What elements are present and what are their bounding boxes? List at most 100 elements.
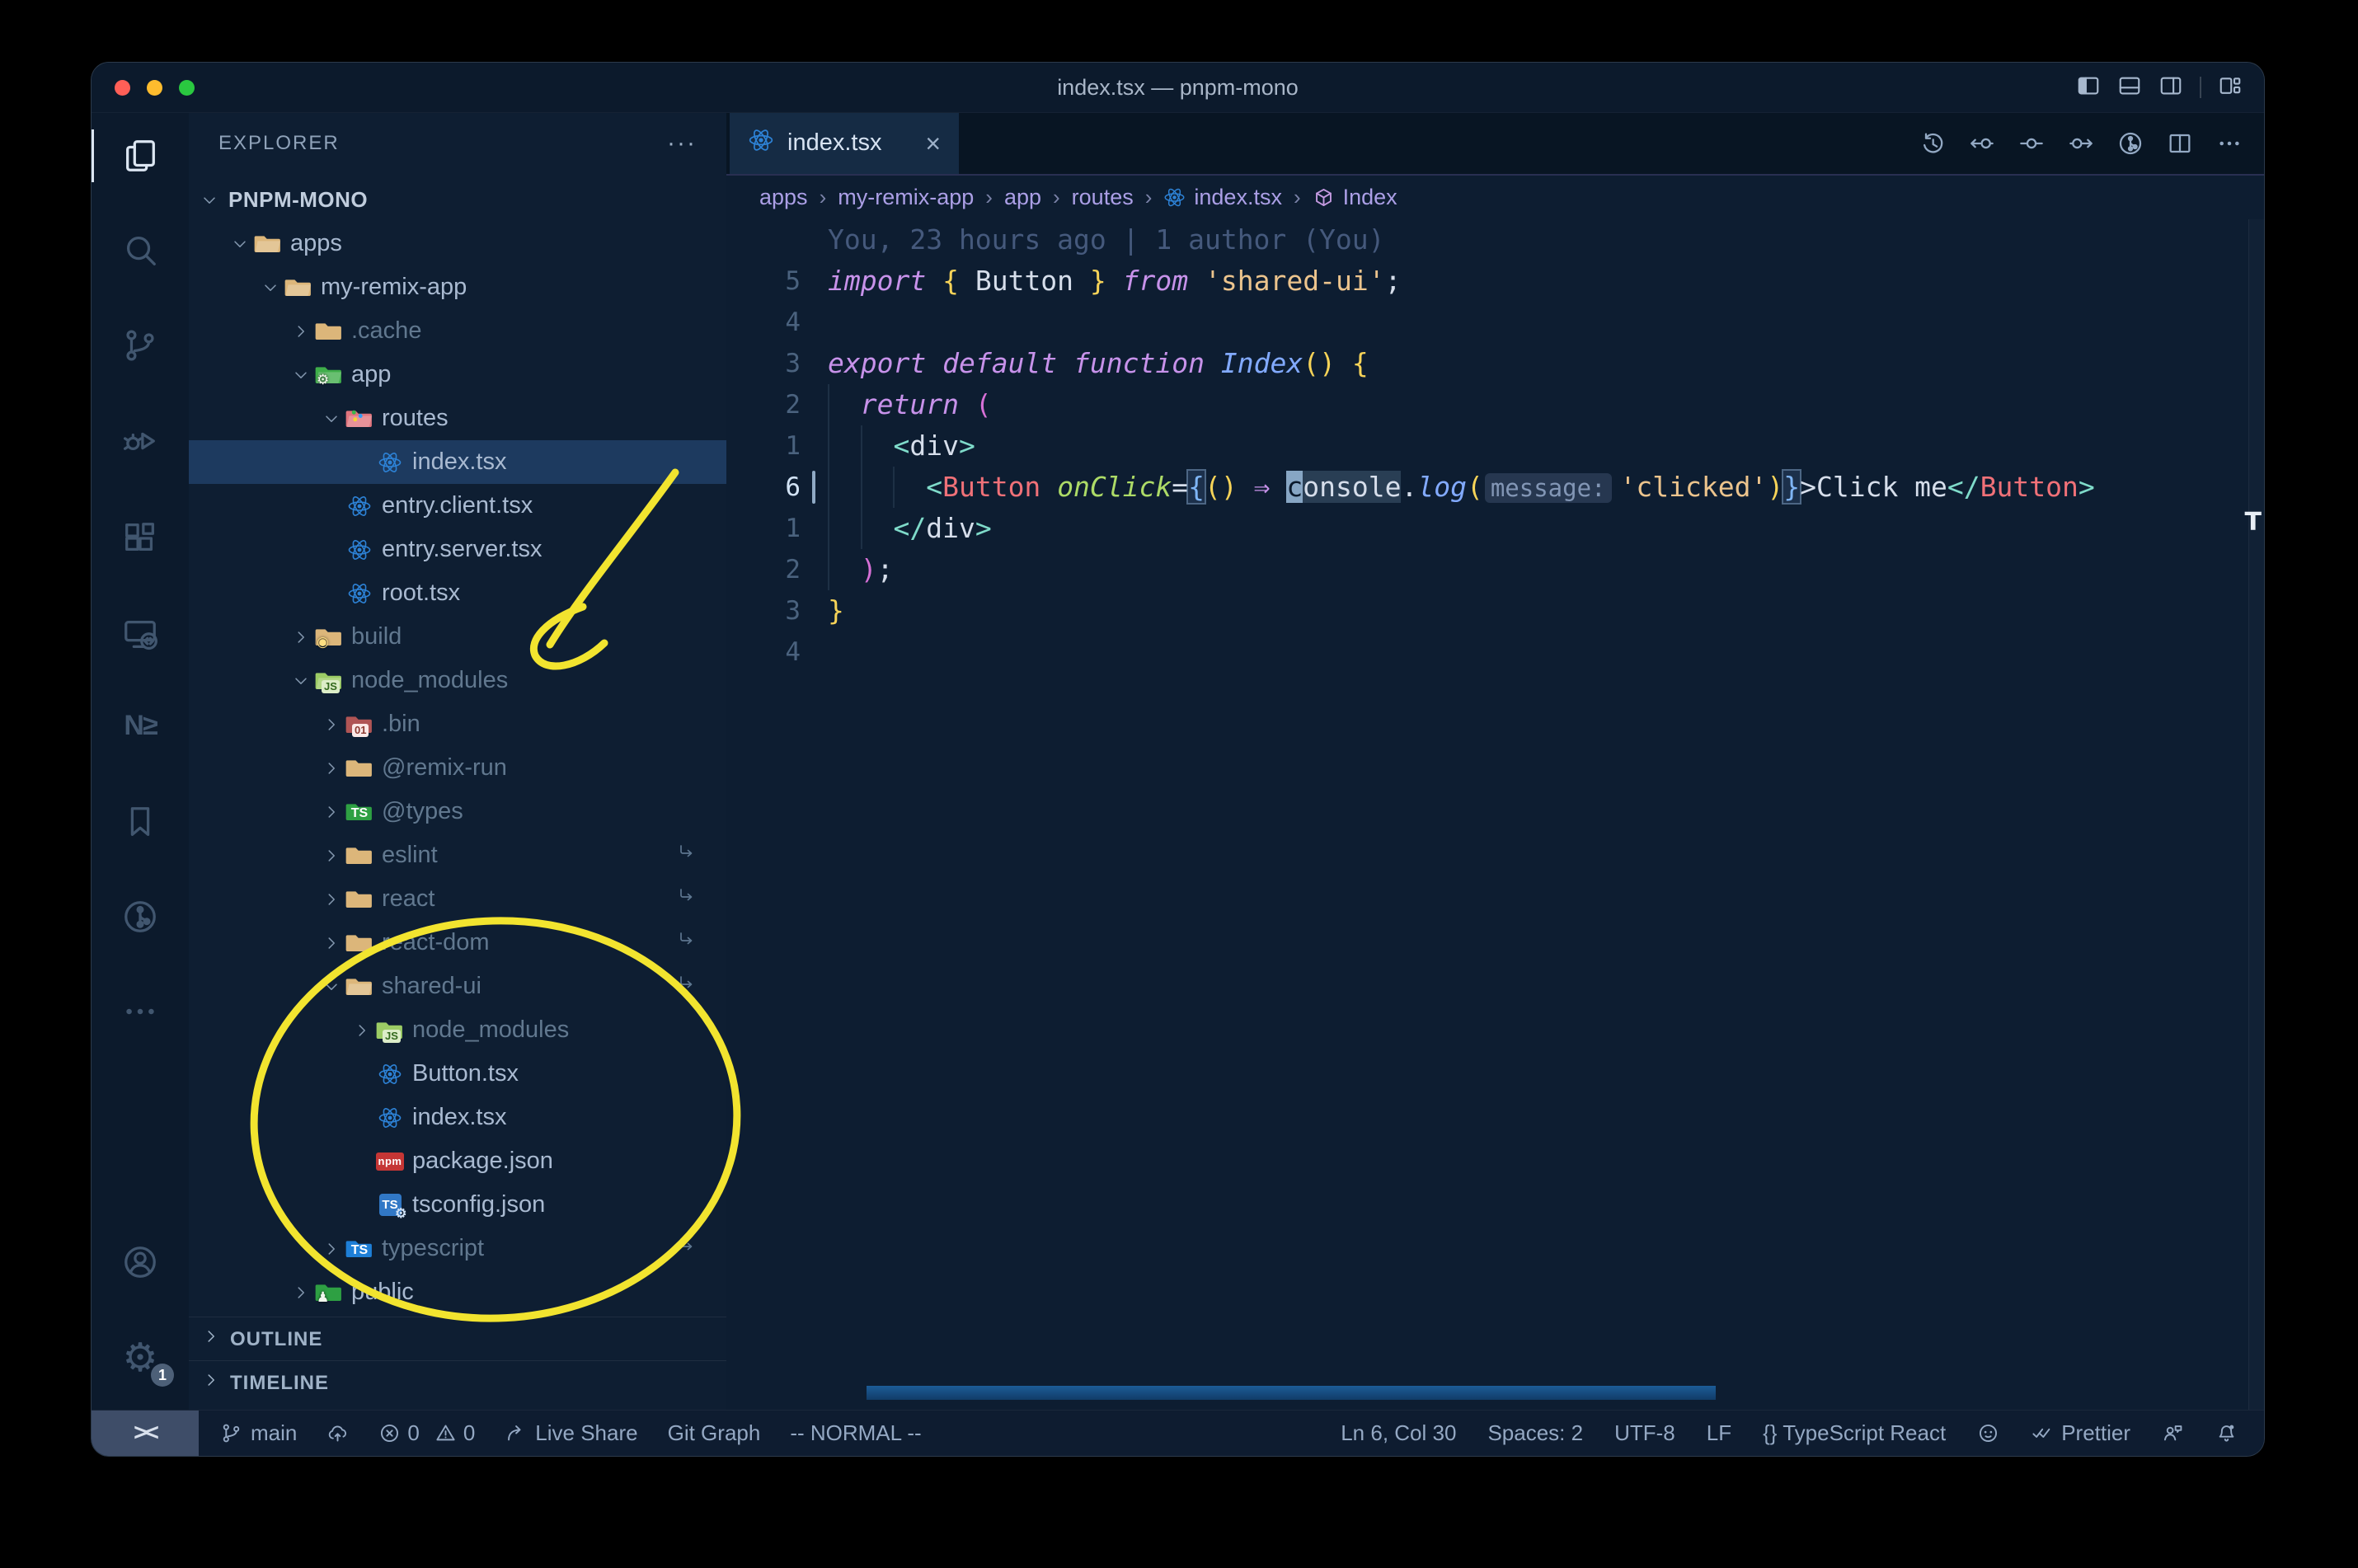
status-git-graph[interactable]: Git Graph [668, 1420, 761, 1446]
code-line[interactable]: 2 return ( [726, 384, 2248, 425]
react-icon [344, 538, 375, 562]
activity-remote-explorer[interactable] [92, 593, 189, 675]
tree-item-.bin[interactable]: 01 .bin [189, 702, 726, 746]
breadcrumb-item-app[interactable]: app [1004, 185, 1041, 210]
tree-item-node-modules[interactable]: JS node_modules [189, 659, 726, 702]
tree-item-@remix-run[interactable]: @remix-run [189, 746, 726, 790]
remote-indicator[interactable]: >< [92, 1411, 199, 1456]
tree-item-package.json[interactable]: npm package.json [189, 1139, 726, 1183]
breadcrumb-item-index.tsx[interactable]: index.tsx [1163, 185, 1282, 210]
tree-item-routes[interactable]: routes [189, 397, 726, 440]
toggle-primary-sidebar-icon[interactable] [2076, 73, 2101, 102]
code-line[interactable]: 5 import { Button } from 'shared-ui'; [726, 261, 2248, 302]
status-live-share[interactable]: Live Share [505, 1420, 638, 1446]
activity-run-debug[interactable] [92, 400, 189, 482]
split-editor-icon[interactable] [2167, 130, 2193, 157]
tree-item-node-modules[interactable]: JS node_modules [189, 1008, 726, 1052]
status-encoding[interactable]: UTF-8 [1614, 1420, 1675, 1446]
status-eol[interactable]: LF [1707, 1420, 1731, 1446]
tree-item-tsconfig.json[interactable]: TS ⚙ tsconfig.json [189, 1183, 726, 1227]
code-editor[interactable]: You, 23 hours ago | 1 author (You) 5 impor… [726, 219, 2248, 673]
status-language-mode[interactable]: {} TypeScript React [1763, 1420, 1946, 1446]
activity-source-control[interactable] [92, 304, 189, 387]
status-problems[interactable]: 00 [378, 1420, 475, 1446]
tree-item-react-dom[interactable]: react-dom [189, 921, 726, 965]
breadcrumb-separator: › [819, 184, 827, 209]
tsconfig-icon: TS ⚙ [374, 1194, 407, 1221]
status-vim-mode[interactable]: -- NORMAL -- [790, 1420, 921, 1446]
tree-item-PNPM-MONO[interactable]: PNPM-MONO [189, 178, 726, 222]
activity-search[interactable] [92, 209, 189, 292]
indent-guide [860, 508, 862, 549]
indent-guide [860, 425, 862, 467]
code-line[interactable]: 4 [726, 302, 2248, 343]
tree-item-label: .bin [382, 711, 420, 737]
breadcrumb-item-apps[interactable]: apps [759, 185, 808, 210]
tree-item-eslint[interactable]: eslint [189, 833, 726, 877]
toggle-panel-icon[interactable] [2117, 73, 2142, 102]
activity-explorer[interactable] [92, 115, 189, 197]
activity-nx-console[interactable]: N≥ [92, 684, 189, 767]
prev-change-icon[interactable] [1969, 130, 1995, 157]
code-line[interactable]: 1 <div> [726, 425, 2248, 467]
status-cursor-position[interactable]: Ln 6, Col 30 [1341, 1420, 1456, 1446]
code-token: from [1122, 265, 1189, 297]
code-line[interactable]: 3} [726, 590, 2248, 631]
breadcrumb-item-my-remix-app[interactable]: my-remix-app [838, 185, 974, 210]
tree-item-entry.server.tsx[interactable]: entry.server.tsx [189, 528, 726, 571]
activity-settings[interactable]: ⚙ 1 [92, 1317, 189, 1400]
activity-accounts[interactable] [92, 1221, 189, 1303]
tree-item-build[interactable]: ◉ build [189, 615, 726, 659]
code-token: ( [975, 388, 992, 420]
code-line[interactable]: 6 <Button onClick={() ⇒ console.log(mess… [726, 467, 2248, 508]
tree-item-public[interactable]: ♟ public [189, 1270, 726, 1314]
horizontal-scrollbar[interactable] [867, 1386, 1716, 1400]
more-actions-icon[interactable] [2216, 130, 2243, 157]
status-indentation[interactable]: Spaces: 2 [1487, 1420, 1583, 1446]
breadcrumb-item-Index[interactable]: Index [1313, 185, 1397, 210]
status-notifications[interactable] [2215, 1422, 2238, 1444]
code-token: { [942, 265, 959, 297]
status-bar-right: Ln 6, Col 30 Spaces: 2 UTF-8 LF {} TypeScrip… [1341, 1420, 2238, 1446]
tree-item-Button.tsx[interactable]: Button.tsx [189, 1052, 726, 1096]
explorer-more-actions-icon[interactable]: ··· [667, 129, 697, 157]
status-publish-changes[interactable] [326, 1422, 349, 1444]
toggle-secondary-sidebar-icon[interactable] [2158, 73, 2183, 102]
status-prettier[interactable]: Prettier [2031, 1420, 2130, 1446]
tree-item-index.tsx[interactable]: index.tsx [189, 440, 726, 484]
tab-close-icon[interactable]: × [925, 130, 941, 157]
tree-item-@types[interactable]: TS @types [189, 790, 726, 833]
activity-gitlens[interactable] [92, 876, 189, 958]
tree-item-.cache[interactable]: .cache [189, 309, 726, 353]
tree-item-typescript[interactable]: TS typescript [189, 1227, 726, 1270]
code-line[interactable]: 2 ); [726, 549, 2248, 590]
tree-item-apps[interactable]: apps [189, 222, 726, 265]
breadcrumb-label: app [1003, 184, 1041, 209]
tree-item-app[interactable]: ⚙ app [189, 353, 726, 397]
tab-index-tsx[interactable]: index.tsx × [730, 112, 959, 174]
status-feedback[interactable] [2162, 1422, 2184, 1444]
activity-more-views[interactable] [92, 970, 189, 1053]
tree-item-shared-ui[interactable]: shared-ui [189, 965, 726, 1008]
code-line[interactable]: 1 </div> [726, 508, 2248, 549]
overview-ruler[interactable]: T [2245, 219, 2264, 1411]
breadcrumb-item-routes[interactable]: routes [1072, 185, 1134, 210]
next-change-icon[interactable] [2068, 130, 2094, 157]
status-git-branch[interactable]: main [220, 1420, 297, 1446]
activity-bookmarks[interactable] [92, 781, 189, 863]
outline-section[interactable]: OUTLINE [189, 1317, 726, 1361]
tree-item-index.tsx[interactable]: index.tsx [189, 1096, 726, 1139]
tree-item-react[interactable]: react [189, 877, 726, 921]
timeline-icon[interactable] [1919, 130, 1946, 157]
code-line[interactable]: 3 export default function Index() { [726, 343, 2248, 384]
tree-item-entry.client.tsx[interactable]: entry.client.tsx [189, 484, 726, 528]
activity-extensions[interactable] [92, 496, 189, 579]
change-icon[interactable] [2018, 130, 2045, 157]
gitlens-icon[interactable] [2117, 130, 2144, 157]
timeline-section[interactable]: TIMELINE [189, 1360, 726, 1405]
tree-item-root.tsx[interactable]: root.tsx [189, 571, 726, 615]
customize-layout-icon[interactable] [2218, 73, 2243, 102]
tree-item-my-remix-app[interactable]: my-remix-app [189, 265, 726, 309]
status-github[interactable] [1977, 1422, 1999, 1444]
code-line[interactable]: 4 [726, 631, 2248, 673]
